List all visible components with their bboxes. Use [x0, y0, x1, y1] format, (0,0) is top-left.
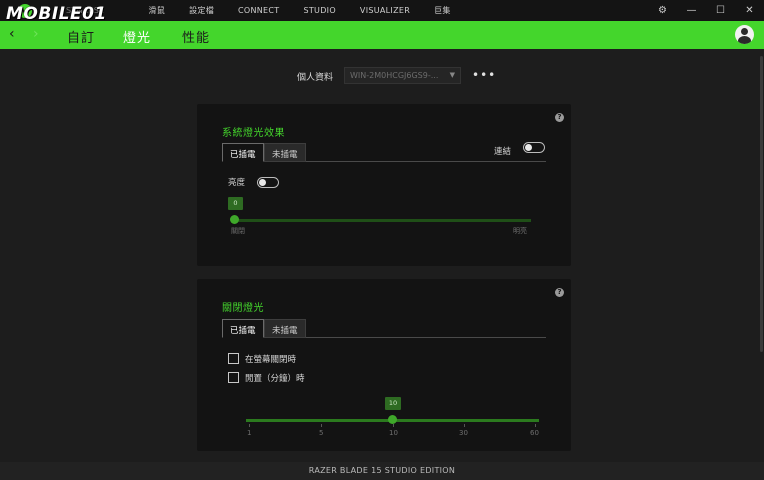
- settings-gear-icon[interactable]: ⚙: [648, 0, 677, 21]
- screen-off-checkbox[interactable]: [228, 353, 239, 364]
- sub-navigation-bar: ‹ › 自訂 燈光 性能: [0, 21, 764, 49]
- help-icon[interactable]: ?: [555, 288, 564, 297]
- tick-mark: [249, 424, 250, 427]
- tab-unplugged[interactable]: 未插電: [264, 143, 306, 162]
- tick-mark: [535, 424, 536, 427]
- back-arrow-icon[interactable]: ‹: [9, 26, 15, 42]
- brightness-toggle[interactable]: [257, 177, 279, 188]
- brightness-max-label: 明亮: [513, 227, 527, 235]
- topnav-macros[interactable]: 巨集: [434, 5, 451, 16]
- link-label: 連結: [494, 147, 512, 157]
- maximize-icon[interactable]: ☐: [706, 0, 735, 21]
- brightness-slider-track[interactable]: [234, 219, 531, 222]
- lighting-off-panel: ? 關閉燈光 已插電 未插電 在螢幕關閉時 閒置（分鐘）時 10 1 5 10 …: [197, 279, 571, 451]
- topnav-connect[interactable]: CONNECT: [238, 6, 279, 15]
- tick-label-1: 1: [247, 429, 252, 437]
- close-icon[interactable]: ✕: [735, 0, 764, 21]
- tick-label-30: 30: [459, 429, 468, 437]
- topnav-profiles[interactable]: 設定檔: [189, 5, 214, 16]
- power-tabs: 已插電 未插電: [222, 319, 546, 338]
- tick-label-10: 10: [389, 429, 398, 437]
- chevron-down-icon: ▼: [449, 71, 455, 79]
- topnav-mouse[interactable]: 滑鼠: [148, 5, 165, 16]
- link-toggle[interactable]: [523, 142, 545, 153]
- device-footer: RAZER BLADE 15 STUDIO EDITION: [0, 462, 764, 480]
- profile-dropdown[interactable]: WIN-2M0HCGJ6GS9-... ▼: [344, 67, 461, 84]
- brightness-value-bubble: 0: [228, 197, 243, 210]
- idle-value-bubble: 10: [385, 397, 401, 410]
- tab-unplugged[interactable]: 未插電: [264, 319, 306, 338]
- tab-plugged-in[interactable]: 已插電: [222, 143, 264, 162]
- help-icon[interactable]: ?: [555, 113, 564, 122]
- tick-mark: [321, 424, 322, 427]
- vertical-scrollbar[interactable]: [760, 56, 763, 352]
- tab-customize[interactable]: 自訂: [67, 27, 95, 46]
- idle-slider-thumb[interactable]: [388, 415, 397, 424]
- tick-label-5: 5: [319, 429, 324, 437]
- brightness-label: 亮度: [228, 178, 246, 188]
- top-nav: SYNAPSE 滑鼠 設定檔 CONNECT STUDIO VISUALIZER…: [66, 0, 475, 21]
- system-lighting-title: 系統燈光效果: [222, 128, 285, 139]
- forward-arrow-icon[interactable]: ›: [33, 26, 39, 42]
- tick-mark: [393, 424, 394, 427]
- user-avatar-icon[interactable]: [735, 25, 754, 44]
- brightness-slider-thumb[interactable]: [230, 215, 239, 224]
- idle-checkbox[interactable]: [228, 372, 239, 383]
- more-options-button[interactable]: •••: [472, 68, 496, 82]
- tab-performance[interactable]: 性能: [182, 27, 210, 46]
- tab-plugged-in[interactable]: 已插電: [222, 319, 264, 338]
- brightness-min-label: 關閉: [231, 227, 245, 235]
- system-lighting-panel: ? 系統燈光效果 已插電 未插電 連結 亮度 0 關閉 明亮: [197, 104, 571, 266]
- idle-label: 閒置（分鐘）時: [245, 374, 305, 384]
- profile-selected-value: WIN-2M0HCGJ6GS9-...: [350, 71, 439, 80]
- tick-mark: [464, 424, 465, 427]
- topnav-visualizer[interactable]: VISUALIZER: [360, 6, 410, 15]
- tick-label-60: 60: [530, 429, 539, 437]
- screen-off-label: 在螢幕關閉時: [245, 355, 297, 365]
- lighting-off-title: 關閉燈光: [222, 303, 264, 314]
- tab-lighting[interactable]: 燈光: [123, 27, 151, 46]
- window-controls: ⚙ — ☐ ✕: [648, 0, 764, 21]
- profile-label: 個人資料: [297, 73, 334, 83]
- minimize-icon[interactable]: —: [677, 0, 706, 21]
- topnav-studio[interactable]: STUDIO: [303, 6, 335, 15]
- title-bar: SYNAPSE 滑鼠 設定檔 CONNECT STUDIO VISUALIZER…: [0, 0, 764, 24]
- profile-row: 個人資料 WIN-2M0HCGJ6GS9-... ▼ •••: [0, 66, 764, 86]
